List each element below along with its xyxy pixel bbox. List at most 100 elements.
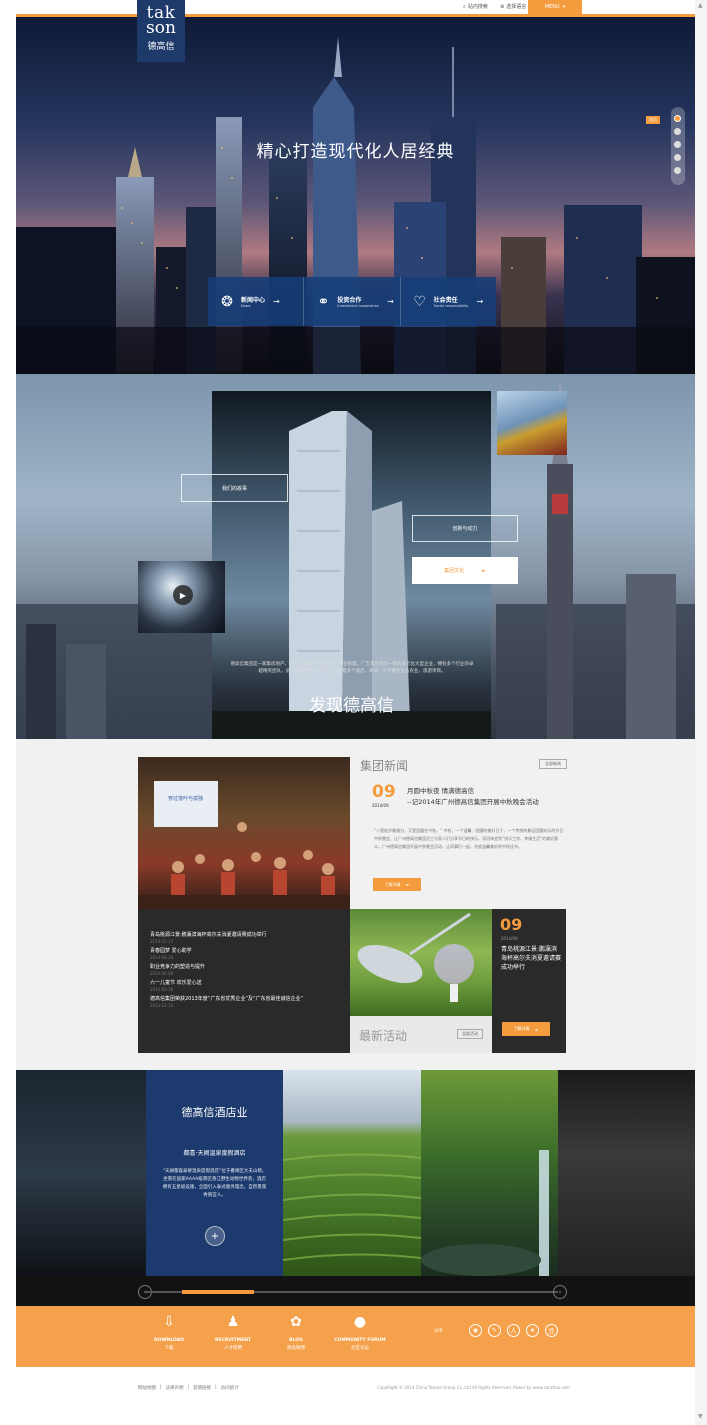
all-activity-button[interactable]: 全部活动 xyxy=(457,1029,483,1039)
list-item-title: 青春园梦 爱心助学 xyxy=(150,948,192,954)
logo[interactable]: tak son 德高信 xyxy=(137,0,185,62)
menu-button[interactable]: MENU ▾ xyxy=(528,0,582,14)
nav-social[interactable]: ♡ 社会责任 Social responsibility → xyxy=(401,277,496,326)
share-icons: ◉ ✎ 人 ★ 豆 xyxy=(469,1324,558,1337)
golf-image[interactable] xyxy=(350,909,492,1016)
activity-title[interactable]: 青岛桃源江景:鹏瀛滨海杯高尔夫消夏邀请赛成功举行 xyxy=(501,945,561,972)
list-item-date: 2014-06-26 xyxy=(150,955,174,960)
download-icon: ⇩ xyxy=(163,1314,175,1330)
slide-tooltip: 首页 xyxy=(646,116,660,124)
activity-bar: 最新活动 全部活动 xyxy=(350,1016,492,1053)
video-thumbnail[interactable]: ▶ xyxy=(138,561,225,633)
slide-dot[interactable] xyxy=(674,128,681,135)
activity-read-more-button[interactable]: 了解详情 ► xyxy=(502,1022,550,1036)
scroll-up-icon[interactable]: ▲ xyxy=(698,2,703,9)
douban-share-icon[interactable]: 豆 xyxy=(545,1324,558,1337)
footer-blog-en: BLOG xyxy=(289,1338,303,1343)
tencent-weibo-share-icon[interactable]: ✎ xyxy=(488,1324,501,1337)
chevron-right-icon[interactable]: › xyxy=(553,1285,567,1299)
nav-social-label: 社会责任 xyxy=(433,297,458,304)
heart-icon: ♡ xyxy=(413,293,426,310)
hotel-panel-city[interactable] xyxy=(16,1070,146,1276)
footer-recruitment-cn: 人才招聘 xyxy=(224,1346,242,1351)
arrow-right-icon: → xyxy=(476,297,484,306)
slide-dot[interactable] xyxy=(674,115,681,122)
scroll-down-icon[interactable]: ▼ xyxy=(698,1413,703,1420)
list-item[interactable]: 青岛桃源江景:鹏瀛滨海杯高尔夫消夏邀请赛成功举行 2014-07-15 xyxy=(150,931,350,944)
footer-download[interactable]: ⇩ DOWNLOAD 下载 xyxy=(139,1314,199,1351)
list-item-title: 德高信集团荣获2013年度“广东省优秀企业”及“广东省最佳诚信企业” xyxy=(150,996,304,1002)
sitemap-link[interactable]: 网站地图 xyxy=(138,1385,156,1391)
scroll-thumb[interactable] xyxy=(182,1290,254,1294)
activity-read-more-label: 了解详情 xyxy=(513,1026,530,1031)
nav-news-sub: News xyxy=(241,304,251,308)
nav-social-text: 社会责任 Social responsibility xyxy=(434,295,469,308)
golf-scene xyxy=(357,912,474,1002)
nav-investment-label: 投资合作 xyxy=(337,297,362,304)
weibo-share-icon[interactable]: ◉ xyxy=(469,1324,482,1337)
list-item[interactable]: 德高信集团荣获2013年度“广东省优秀企业”及“广东省最佳诚信企业” 2013-… xyxy=(150,995,350,1008)
nav-news[interactable]: ❂ 新闻中心 News → xyxy=(208,277,305,326)
list-item[interactable]: 六一儿童节 欢乐爱心送 2014-05-30 xyxy=(150,979,350,992)
footer-recruitment[interactable]: ♟ RECRUITMENT 人才招聘 xyxy=(203,1314,263,1351)
chevron-down-icon: ▾ xyxy=(562,4,566,10)
innovation-link[interactable]: 创新与动力 xyxy=(412,515,518,542)
news-photo[interactable]: 穿过落叶与孤独 xyxy=(138,757,350,909)
hotel-panel-tea-field[interactable] xyxy=(282,1070,422,1276)
legal-link[interactable]: 法律声明 xyxy=(166,1385,184,1391)
arrow-right-icon: → xyxy=(273,297,280,306)
news-subtitle[interactable]: --记2014年广州德高信集团开展中秋晚会活动 xyxy=(407,796,539,806)
culture-button[interactable]: 集团文化 ► xyxy=(412,557,518,584)
play-arrow-icon: ► xyxy=(535,1026,539,1032)
list-item[interactable]: 青春园梦 爱心助学 2014-06-26 xyxy=(150,947,350,960)
nav-investment[interactable]: ⚭ 投资合作 Investment cooperation → xyxy=(304,277,401,326)
language-select[interactable]: ⊕ 选择语言 xyxy=(500,3,526,11)
discover-description: 德高信集团是一家集房地产、酒店、旅游、生态农业、物业管理、广告策划等为一体的多元… xyxy=(230,662,474,674)
play-icon[interactable]: ▶ xyxy=(173,585,193,605)
news-list: 青岛桃源江景:鹏瀛滨海杯高尔夫消夏邀请赛成功举行 2014-07-15 青春园梦… xyxy=(138,909,350,1053)
plus-icon[interactable]: + xyxy=(205,1226,225,1246)
slide-dot[interactable] xyxy=(674,167,681,174)
news-section: 穿过落叶与孤独 集团新闻 全部新闻 09 2014/09 月圆中秋夜 情满德高信… xyxy=(16,739,695,1070)
footer-blog[interactable]: ✿ BLOG 德高微博 xyxy=(266,1314,326,1351)
tea-field-image xyxy=(282,1153,422,1261)
list-item-title: 青岛桃源江景:鹏瀛滨海杯高尔夫消夏邀请赛成功举行 xyxy=(150,932,267,938)
nav-investment-sub: Investment cooperation xyxy=(337,304,380,308)
slide-dot[interactable] xyxy=(674,141,681,148)
hotel-description: “天阙都喜泰黎温泉度假酒店”位于番禺区大夫山侧，坐落在国家AAAA级景区香江野生… xyxy=(162,1169,267,1198)
slide-indicator xyxy=(671,107,685,185)
hotel-panel-interior[interactable] xyxy=(558,1070,695,1276)
all-news-button[interactable]: 全部新闻 xyxy=(539,759,567,769)
footer-forum[interactable]: ● COMMUNITY FORUM 社区论坛 xyxy=(330,1314,390,1351)
globe-icon: ⊕ xyxy=(500,3,505,10)
search-icon: ⌕ xyxy=(463,3,466,10)
handshake-icon: ⚭ xyxy=(317,293,330,310)
news-read-more-button[interactable]: 了解详情 ► xyxy=(373,878,421,891)
qzone-share-icon[interactable]: ★ xyxy=(526,1324,539,1337)
page-scrollbar[interactable]: ▲ ▼ xyxy=(695,0,707,1425)
copyright: CopyRight © 2014 China Takson Group Co.,… xyxy=(377,1385,570,1390)
news-body: “八是桂岁最难分，又是团圆在中秋。” 中秋，一个温馨、团圆的美好日子，一个传统的… xyxy=(374,828,564,849)
slide-dot[interactable] xyxy=(674,154,681,161)
play-arrow-icon: ► xyxy=(406,882,410,887)
news-heading: 集团新闻 xyxy=(360,759,409,773)
news-title[interactable]: 月圆中秋夜 情满德高信 xyxy=(407,785,474,795)
activity-detail: 09 2014/09 青岛桃源江景:鹏瀛滨海杯高尔夫消夏邀请赛成功举行 了解详情… xyxy=(492,909,566,1053)
footer-forum-cn: 社区论坛 xyxy=(351,1346,369,1351)
trophy-image[interactable] xyxy=(497,391,567,455)
hotel-panel-waterfall[interactable] xyxy=(421,1070,558,1276)
activity-month: 2014/09 xyxy=(501,936,518,941)
list-item[interactable]: 职业竞争力的塑造与提升 2014-06-06 xyxy=(150,963,350,976)
waterfall-image xyxy=(421,1150,549,1276)
list-item-title: 职业竞争力的塑造与提升 xyxy=(150,964,206,970)
renren-share-icon[interactable]: 人 xyxy=(507,1324,520,1337)
list-item-date: 2014-07-15 xyxy=(150,939,174,944)
friend-links-link[interactable]: 友情链接 xyxy=(193,1385,211,1391)
person-icon: ♟ xyxy=(226,1314,240,1330)
footer-forum-en: COMMUNITY FORUM xyxy=(334,1338,386,1343)
stats-link[interactable]: 访问统计 xyxy=(221,1385,239,1391)
site-search[interactable]: ⌕ 站内搜索 xyxy=(463,3,488,11)
our-story-link[interactable]: 我们的故事 xyxy=(181,474,288,502)
hotel-carousel-scrollbar[interactable]: ‹ › xyxy=(16,1276,695,1306)
hotel-title: 德高信酒店业 xyxy=(181,1106,248,1119)
